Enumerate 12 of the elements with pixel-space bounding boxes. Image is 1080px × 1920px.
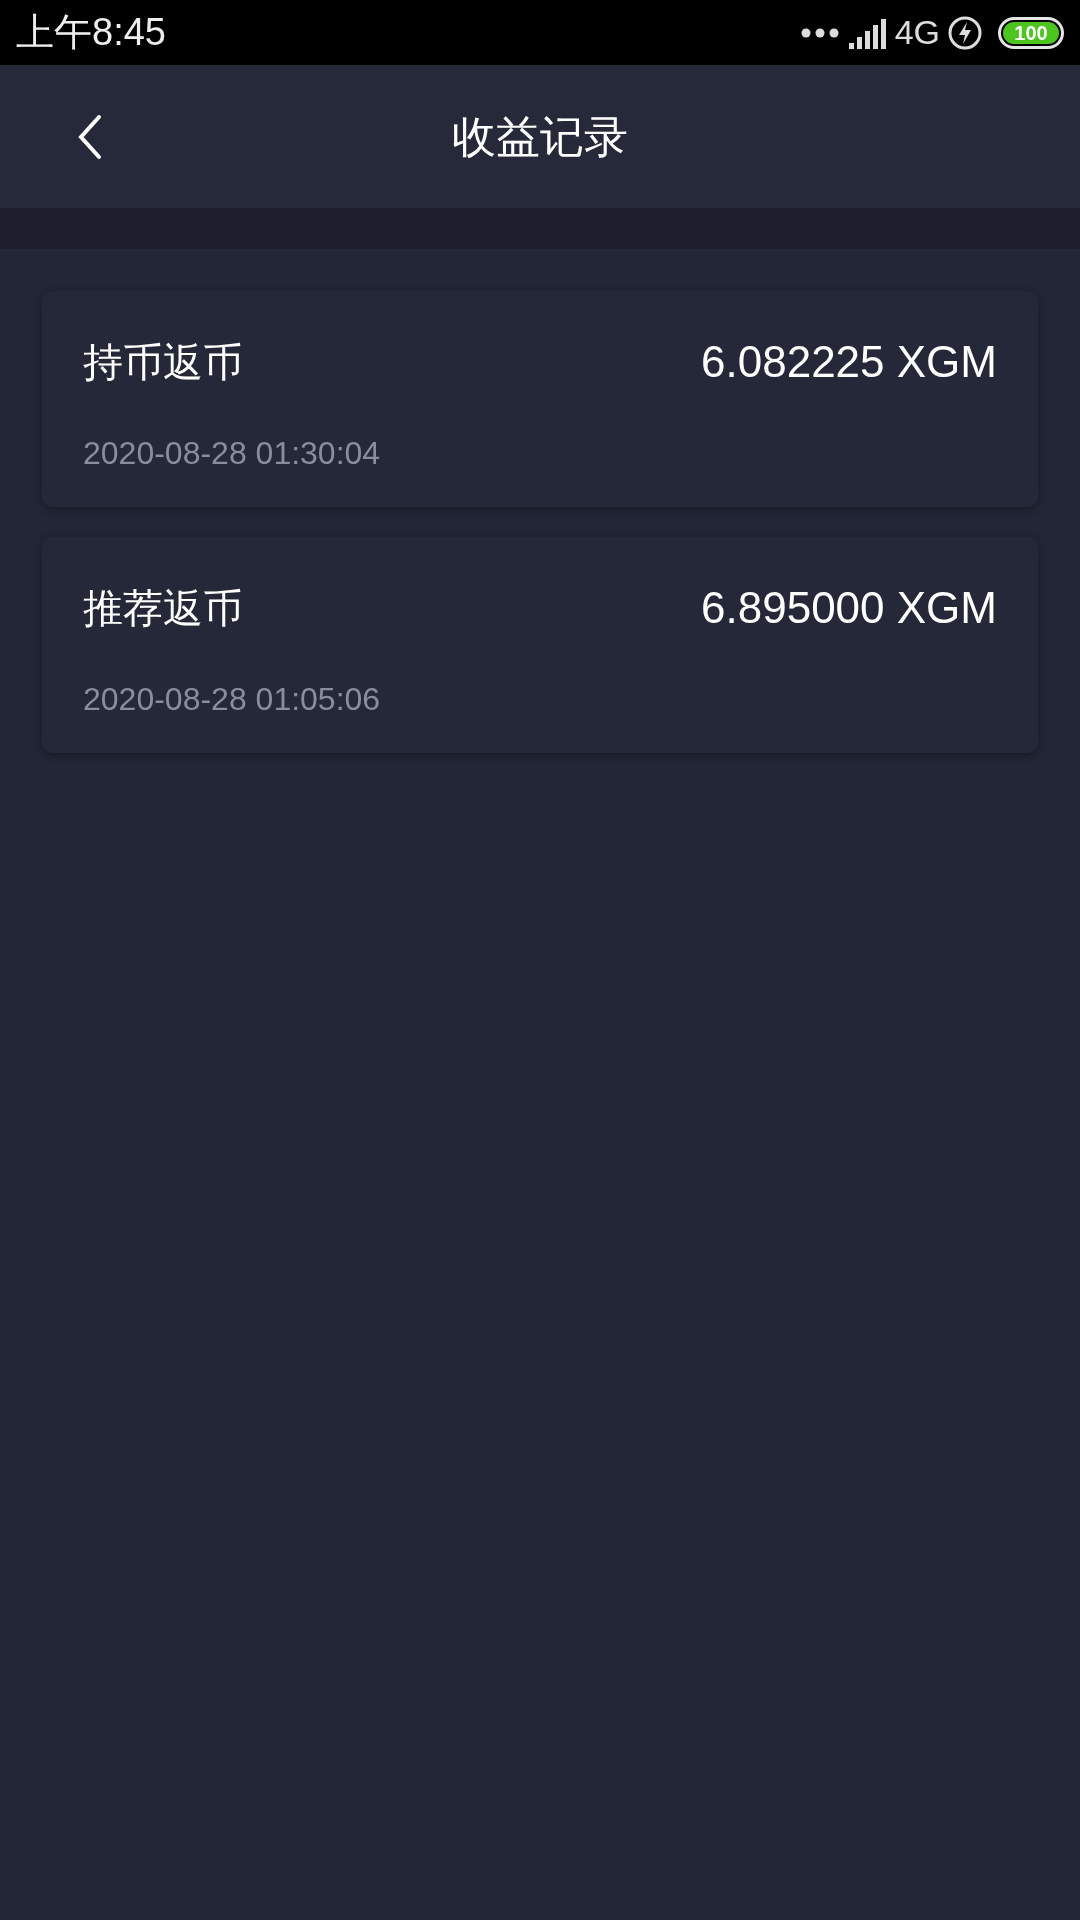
network-type: 4G xyxy=(894,12,940,53)
record-amount: 6.895000 XGM xyxy=(701,582,997,634)
charging-icon xyxy=(948,15,982,50)
status-time: 上午8:45 xyxy=(16,10,166,55)
record-time: 2020-08-28 01:05:06 xyxy=(83,680,382,719)
page-title: 收益记录 xyxy=(452,110,628,163)
record-time: 2020-08-28 01:30:04 xyxy=(83,434,382,473)
record-type: 推荐返币 xyxy=(83,585,243,632)
more-icon xyxy=(800,27,839,38)
battery-indicator: 100 xyxy=(998,16,1064,49)
record-amount: 6.082225 XGM xyxy=(701,336,997,388)
record-type: 持币返币 xyxy=(83,339,243,386)
